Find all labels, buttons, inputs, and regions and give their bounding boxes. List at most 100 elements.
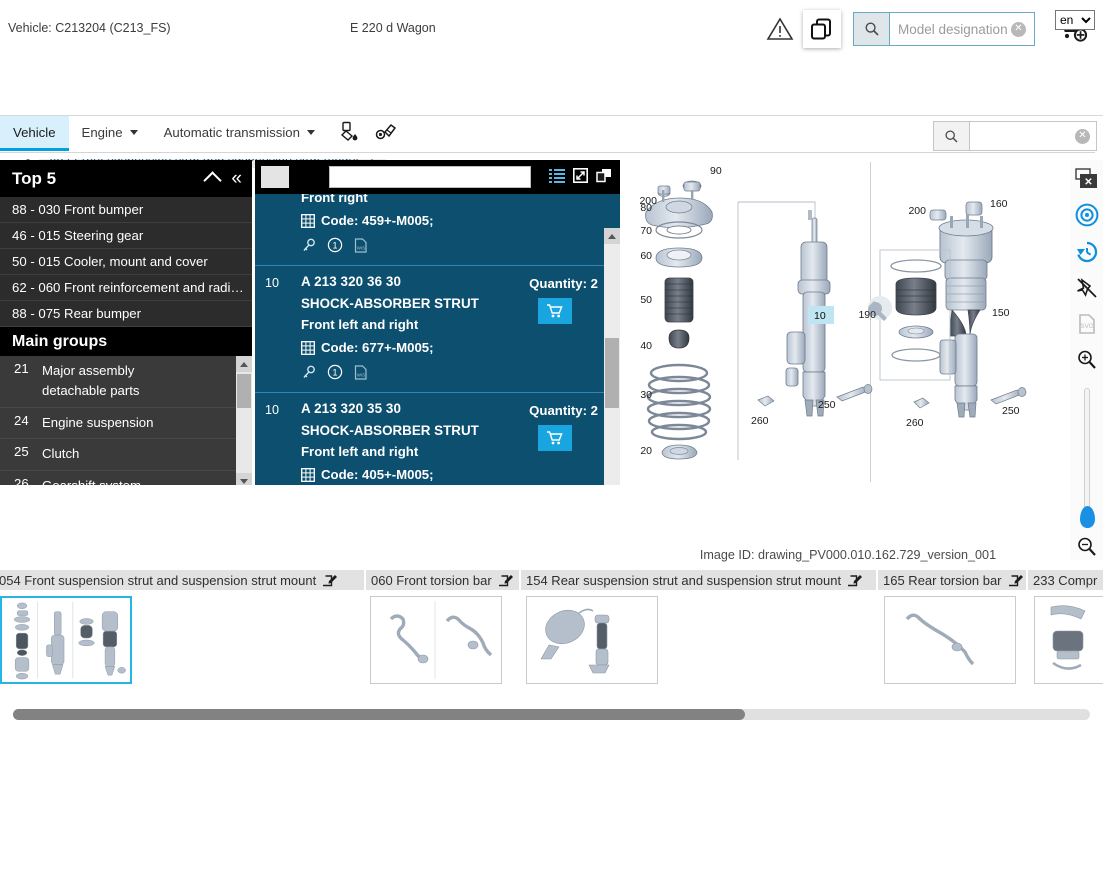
thumbnail-image-054[interactable] (0, 596, 132, 684)
drawing-label-60: 60 (640, 250, 652, 262)
copy-vehicle-button[interactable] (803, 10, 841, 48)
wis-document-icon[interactable]: WIS (354, 237, 368, 256)
expand-icon[interactable] (573, 168, 588, 186)
drawing-right-assembly: 200 160 190 150 250 260 (858, 198, 1027, 429)
thumbnail-label-154[interactable]: 154 Rear suspension strut and suspension… (521, 570, 878, 590)
parts-list-body[interactable]: Front right Code: 459+-M005; 1 WIS 10 A … (255, 194, 620, 485)
history-reset-icon[interactable] (1073, 239, 1100, 265)
edit-icon[interactable] (1008, 573, 1023, 587)
drawing-label-160: 160 (990, 198, 1008, 210)
row-side: Front right (301, 194, 368, 205)
model-search: ✕ (853, 12, 1035, 46)
thumbnail-label-060[interactable]: 060 Front torsion bar (366, 570, 521, 590)
vehicle-label: Vehicle: C213204 (C213_FS) (8, 21, 171, 35)
breadcrumb-bar: PC > E 220 d Wagon > Vehicle: C213204 > … (0, 58, 1103, 168)
thumbnail-image-233[interactable] (1034, 596, 1103, 684)
tab-engine[interactable]: Engine (69, 116, 151, 148)
drawing-label-10: 10 (814, 310, 826, 322)
zoom-slider-knob[interactable] (1079, 505, 1095, 528)
close-window-icon[interactable]: ✕ (1073, 166, 1100, 192)
sidebar-item-top5-0[interactable]: 88 - 030 Front bumper (0, 197, 252, 223)
scrollbar-thumb[interactable] (237, 374, 251, 408)
drawing-viewer[interactable]: 200 90 80 70 60 50 40 30 20 10 250 260 2… (622, 160, 1074, 485)
thumbnail-label-054[interactable]: 054 Front suspension strut and suspensio… (0, 570, 366, 590)
language-select[interactable]: en (1055, 10, 1095, 30)
key-icon[interactable] (301, 365, 316, 383)
grid-icon (301, 213, 315, 228)
copy-icon[interactable] (596, 168, 612, 186)
drawing-label-200r: 200 (908, 205, 926, 217)
row-position: 10 (265, 276, 280, 290)
tab-vehicle[interactable]: Vehicle (0, 116, 69, 151)
zoom-out-icon[interactable] (1073, 534, 1100, 560)
zoom-in-icon[interactable] (1073, 347, 1100, 373)
thumbnail-label-233[interactable]: 233 Compr (1028, 570, 1103, 590)
thumbnail-group-233: 233 Compr (1028, 570, 1103, 690)
scroll-up-button[interactable] (604, 228, 620, 244)
clear-icon[interactable]: ✕ (1011, 21, 1026, 37)
thumbnail-image-060[interactable] (370, 596, 502, 684)
sidebar-item-group-25[interactable]: 25 Clutch (0, 439, 252, 471)
table-row[interactable]: 10 A 213 320 36 30 SHOCK-ABSORBER STRUT … (255, 266, 620, 393)
tab-vehicle-label: Vehicle (13, 125, 56, 140)
drawing-label-190: 190 (858, 309, 876, 321)
target-icon[interactable] (1073, 202, 1100, 228)
clear-icon[interactable]: ✕ (1075, 128, 1090, 144)
sidebar-item-top5-1[interactable]: 46 - 015 Steering gear (0, 223, 252, 249)
parts-list-corner-box (261, 166, 289, 188)
circled-one-icon[interactable]: 1 (327, 364, 343, 383)
search-icon[interactable] (854, 13, 890, 45)
sidebar-item-top5-3[interactable]: 62 - 060 Front reinforcement and radi… (0, 275, 252, 301)
thumbnail-label-154-text: 154 Rear suspension strut and suspension… (526, 572, 842, 588)
circled-one-icon[interactable]: 1 (327, 237, 343, 256)
list-view-icon[interactable] (549, 168, 565, 186)
bolt-tool-icon[interactable] (374, 120, 398, 147)
horizontal-scrollbar[interactable] (0, 705, 1103, 723)
sidebar-item-top5-2[interactable]: 50 - 015 Cooler, mount and cover (0, 249, 252, 275)
unpin-icon[interactable] (1073, 275, 1100, 301)
zoom-slider[interactable] (1079, 387, 1095, 528)
search-icon[interactable] (934, 122, 970, 150)
add-to-cart-button[interactable] (538, 298, 572, 324)
paint-can-icon[interactable] (338, 120, 362, 147)
tab-automatic-transmission[interactable]: Automatic transmission (151, 116, 328, 148)
sidebar-item-top5-4[interactable]: 88 - 075 Rear bumper (0, 301, 252, 327)
tab-list: Vehicle Engine Automatic transmission (0, 116, 398, 152)
edit-icon[interactable] (323, 573, 338, 587)
drawing-label-30: 30 (640, 389, 652, 401)
table-row[interactable]: Front right Code: 459+-M005; 1 WIS (255, 194, 620, 266)
edit-icon[interactable] (848, 573, 863, 587)
sidebar-item-group-24[interactable]: 24 Engine suspension (0, 408, 252, 440)
thumbnail-label-060-text: 060 Front torsion bar (371, 572, 492, 588)
thumbnail-image-165[interactable] (884, 596, 1016, 684)
thumbnail-image-154[interactable] (526, 596, 658, 684)
row-quantity: Quantity: 2 (529, 276, 598, 291)
row-icons: 1 WIS (301, 364, 612, 383)
svg-export-icon[interactable]: SVG (1073, 311, 1100, 337)
scroll-up-button[interactable] (236, 356, 252, 372)
scrollbar-thumb[interactable] (605, 338, 619, 408)
chevron-up-icon[interactable] (203, 171, 223, 190)
thumbnail-label-165[interactable]: 165 Rear torsion bar (878, 570, 1028, 590)
drawing-label-80: 80 (640, 202, 652, 214)
wis-document-icon[interactable]: WIS (354, 364, 368, 383)
grid-icon (301, 340, 315, 355)
add-to-cart-button[interactable] (538, 425, 572, 451)
row-code-text: Code: 405+-M005; (321, 467, 434, 482)
thumbnail-strip[interactable]: 054 Front suspension strut and suspensio… (0, 570, 1103, 690)
scroll-down-button[interactable] (236, 473, 252, 485)
scrollbar-thumb[interactable] (13, 709, 745, 720)
sidebar-top5-list: 88 - 030 Front bumper 46 - 015 Steering … (0, 197, 252, 327)
key-icon[interactable] (301, 238, 316, 256)
parts-list-scrollbar[interactable] (604, 228, 620, 485)
exploded-view-drawing[interactable]: 200 90 80 70 60 50 40 30 20 10 250 260 2… (622, 160, 1074, 485)
sidebar-scrollbar[interactable] (236, 356, 252, 485)
table-row[interactable]: 10 A 213 320 35 30 SHOCK-ABSORBER STRUT … (255, 393, 620, 485)
thumbnail-label-054-text: 054 Front suspension strut and suspensio… (0, 572, 317, 588)
sidebar-item-group-26[interactable]: 26 Gearshift system (0, 471, 252, 485)
parts-list-filter-input[interactable] (329, 166, 531, 188)
double-chevron-left-icon[interactable]: « (231, 169, 242, 188)
warning-icon[interactable] (763, 12, 797, 46)
edit-icon[interactable] (498, 573, 513, 587)
sidebar-item-group-21[interactable]: 21 Major assembly detachable parts (0, 356, 252, 408)
